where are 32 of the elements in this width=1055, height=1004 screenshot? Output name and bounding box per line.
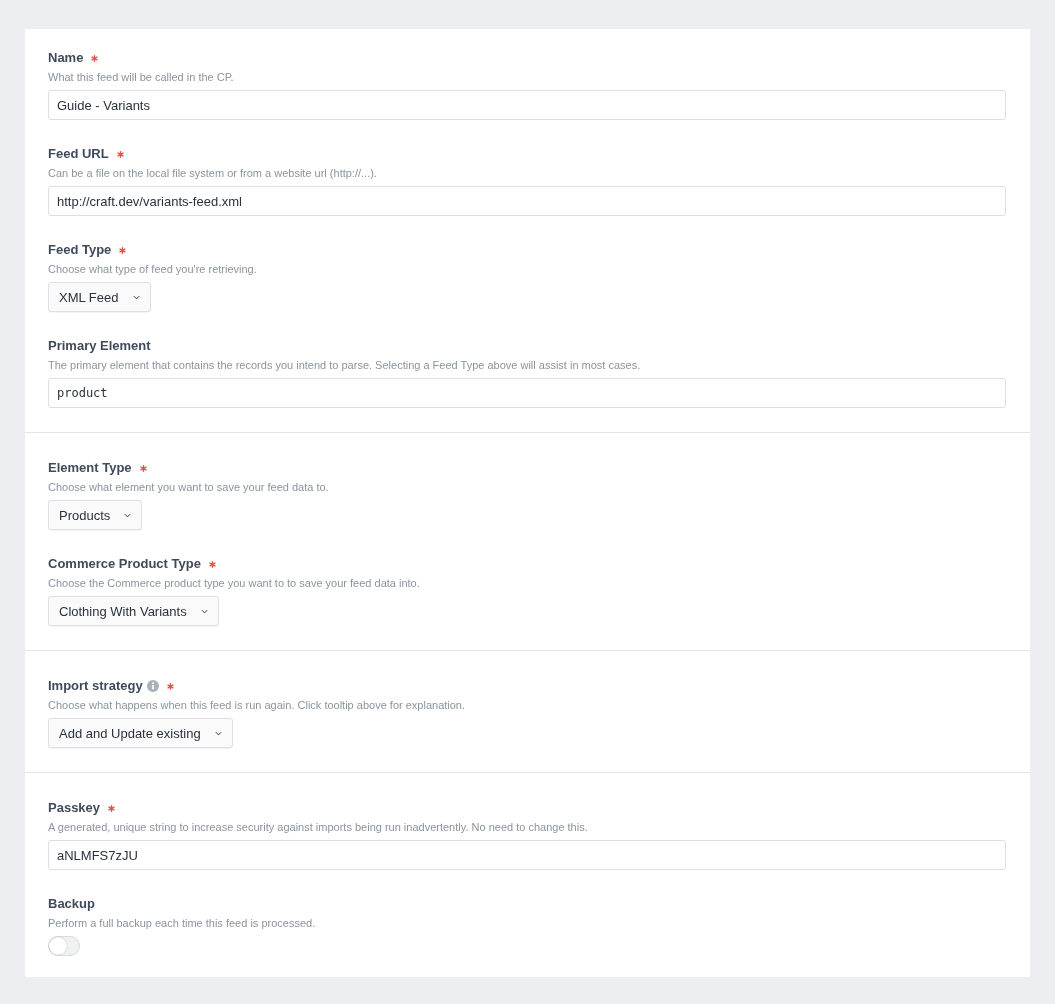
caret-icon <box>214 730 222 736</box>
field-label: Name <box>48 49 84 67</box>
field-label: Feed URL <box>48 145 109 163</box>
field-instructions: Choose the Commerce product type you want to to save your feed data into. <box>48 576 420 591</box>
field-instructions: Perform a full backup each time this feed is processed. <box>48 916 316 931</box>
field-instructions: Choose what type of feed you're retrieving. <box>48 262 257 277</box>
select-dropdown[interactable]: Clothing With Variants <box>48 596 219 626</box>
field-label: Passkey <box>48 799 101 817</box>
field-instructions: A generated, unique string to increase security against imports being run inadvertently. No need to change this. <box>48 820 588 835</box>
info-icon[interactable] <box>146 680 159 692</box>
text-field[interactable]: http://craft.dev/variants-feed.xml <box>48 186 1006 216</box>
select-dropdown[interactable]: Add and Update existing <box>48 718 233 748</box>
select-dropdown[interactable]: XML Feed <box>48 282 151 312</box>
caret-icon <box>132 294 140 300</box>
text-field[interactable]: Guide - Variants <box>48 90 1006 120</box>
field-label: Backup <box>48 895 95 913</box>
select-dropdown[interactable]: Products <box>48 500 143 530</box>
field-instructions: Choose what happens when this feed is run again. Click tooltip above for explanation. <box>48 698 466 713</box>
field-instructions: What this feed will be called in the CP. <box>48 70 234 85</box>
field-instructions: Choose what element you want to save your feed data to. <box>48 480 329 495</box>
field-label: Commerce Product Type <box>48 555 201 573</box>
field-label: Feed Type <box>48 241 112 259</box>
field-instructions: The primary element that contains the records you intend to parse. Selecting a Feed Type above will assist in most cases. <box>48 358 641 373</box>
caret-icon <box>124 512 132 518</box>
toggle-switch[interactable] <box>48 936 80 956</box>
field-label: Primary Element <box>48 337 151 355</box>
text-field[interactable]: aNLMFS7zJU <box>48 840 1006 870</box>
field-label: Element Type <box>48 459 132 477</box>
field-label: Import strategy <box>48 677 143 695</box>
caret-icon <box>200 608 208 614</box>
field-instructions: Can be a file on the local file system or from a website url (http://...). <box>48 166 377 181</box>
text-field[interactable]: product <box>48 378 1006 408</box>
